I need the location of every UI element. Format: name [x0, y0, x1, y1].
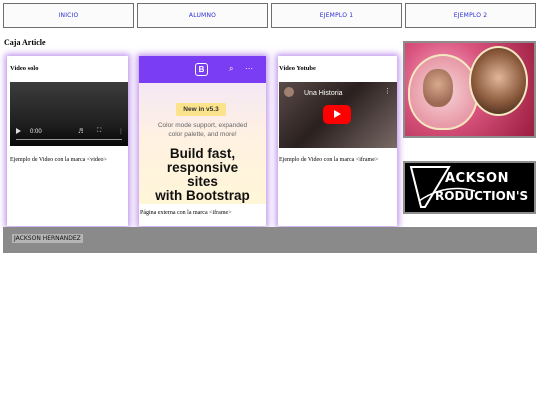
footer: JACKSON HERNANDEZ [3, 227, 537, 253]
nav-inicio-button[interactable]: INICIO [3, 3, 134, 28]
card-title: Video Yotube [279, 65, 316, 72]
more-options-icon[interactable]: ⋮ [118, 128, 124, 135]
logo-line-1: ACKSON [445, 171, 509, 186]
search-icon[interactable]: ⌕ [229, 64, 233, 74]
portrait-right [469, 46, 528, 116]
volume-icon[interactable]: ♬ [78, 128, 83, 135]
video-player[interactable]: 0:00 ♬ ⛶ ⋮ [10, 82, 128, 146]
nav-alumno-button[interactable]: ALUMNO [137, 3, 268, 28]
video-controls: 0:00 ♬ ⛶ ⋮ [10, 124, 128, 146]
portrait-left [423, 69, 453, 107]
bootstrap-logo-icon[interactable]: B [195, 63, 208, 76]
card-description: Página externa con la marca <iframe> [140, 210, 232, 216]
youtube-video-title[interactable]: Una Historia [304, 90, 343, 97]
play-icon[interactable] [16, 128, 21, 134]
section-title: Caja Article [4, 38, 46, 47]
version-badge[interactable]: New in v5.3 [176, 103, 226, 116]
fullscreen-icon[interactable]: ⛶ [97, 127, 101, 135]
video-time: 0:00 [30, 129, 42, 135]
youtube-play-icon[interactable] [323, 105, 351, 124]
article-card-video: Video solo 0:00 ♬ ⛶ ⋮ Ejemplo de Video c… [7, 56, 128, 226]
card-description: Ejemplo de Video con la marca <iframe> [279, 157, 379, 163]
more-options-icon[interactable]: ⋮ [384, 87, 391, 95]
article-card-youtube: Video Yotube Una Historia ⋮ Ejemplo de V… [278, 56, 397, 226]
more-options-icon[interactable]: ⋯ [245, 64, 253, 73]
jackson-productions-logo: ACKSON RODUCTION'S [403, 161, 536, 214]
video-progress-bar[interactable] [16, 139, 122, 140]
card-title: Video solo [10, 65, 39, 72]
family-photo [403, 41, 536, 138]
external-page-iframe[interactable]: B ⌕ ⋯ New in v5.3 Color mode support, ex… [139, 56, 266, 204]
embed-headline: Build fast, responsive sites with Bootst… [155, 146, 250, 203]
channel-avatar[interactable] [284, 87, 294, 97]
bootstrap-navbar: B ⌕ ⋯ [139, 56, 266, 83]
article-card-iframe-page: B ⌕ ⋯ New in v5.3 Color mode support, ex… [139, 56, 266, 226]
nav-ejemplo-2-button[interactable]: EJEMPLO 2 [405, 3, 536, 28]
top-nav: INICIO ALUMNO EJEMPLO 1 EJEMPLO 2 [3, 3, 536, 28]
embed-subtitle: Color mode support, expanded color palet… [157, 122, 248, 138]
logo-line-2: RODUCTION'S [435, 189, 529, 203]
youtube-embed[interactable]: Una Historia ⋮ [279, 82, 397, 148]
card-description: Ejemplo de Video con la marca <video> [10, 157, 107, 163]
nav-ejemplo-1-button[interactable]: EJEMPLO 1 [271, 3, 402, 28]
footer-text: JACKSON HERNANDEZ [12, 234, 83, 243]
